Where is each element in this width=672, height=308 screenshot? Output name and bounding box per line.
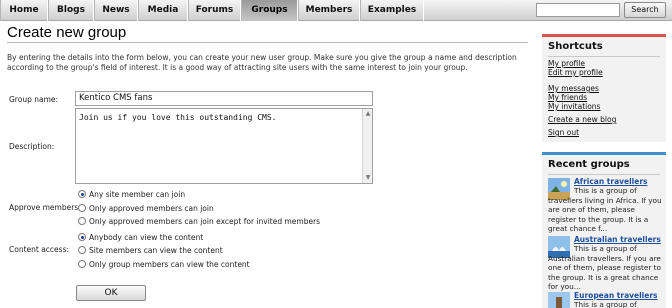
recent-group-description: This is a group of Australian travellers… xyxy=(548,244,661,292)
content-access-label: Content access: xyxy=(9,245,70,254)
radio-button[interactable] xyxy=(78,246,86,254)
approve-members-label: Approve members: xyxy=(9,203,81,212)
description-textarea[interactable]: Join us if you love this outstanding CMS… xyxy=(75,108,373,184)
recent-groups-panel: Recent groups African travellers This is… xyxy=(542,152,666,308)
recent-group-item: African travellers This is a group of tr… xyxy=(548,177,662,239)
description-label: Description: xyxy=(9,142,55,151)
radio-button[interactable] xyxy=(78,217,86,225)
intro-text: By entering the details into the form be… xyxy=(7,53,517,72)
recent-groups-title: Recent groups xyxy=(548,159,630,170)
recent-groups-divider xyxy=(548,174,660,175)
top-navigation-bar: Home Blogs News Media Forums Groups Memb… xyxy=(0,0,672,21)
approve-option-approved[interactable]: Only approved members can join xyxy=(78,203,214,213)
access-option-anybody[interactable]: Anybody can view the content xyxy=(78,232,203,242)
radio-button[interactable] xyxy=(78,260,86,268)
ok-button[interactable]: OK xyxy=(76,285,146,301)
title-divider xyxy=(7,42,528,43)
access-option-group-members[interactable]: Only group members can view the content xyxy=(78,259,250,269)
shortcut-my-invitations[interactable]: My invitations xyxy=(548,102,600,111)
radio-label: Anybody can view the content xyxy=(89,232,204,242)
radio-button[interactable] xyxy=(78,190,86,198)
radio-label: Only approved members can join except fo… xyxy=(89,216,321,226)
recent-group-description: This is a group of travellers living in … xyxy=(548,186,662,234)
recent-group-item: Australian travellers This is a group of… xyxy=(548,235,662,295)
shortcuts-panel: Shortcuts My profile Edit my profile My … xyxy=(542,34,666,142)
shortcut-create-blog[interactable]: Create a new blog xyxy=(548,115,616,124)
radio-button[interactable] xyxy=(78,233,86,241)
nav-item-media[interactable]: Media xyxy=(138,0,188,21)
recent-group-description: This is a group of Europe xyxy=(574,300,637,308)
shortcut-my-friends[interactable]: My friends xyxy=(548,93,587,102)
search-button[interactable]: Search xyxy=(624,2,666,18)
scroll-down-icon[interactable]: ▼ xyxy=(363,173,373,183)
nav-item-groups[interactable]: Groups xyxy=(241,0,298,21)
radio-label: Any site member can join xyxy=(89,189,186,199)
nav-item-blogs[interactable]: Blogs xyxy=(48,0,94,21)
page-title: Create new group xyxy=(7,24,127,41)
shortcuts-divider xyxy=(548,56,660,57)
group-name-label: Group name: xyxy=(9,95,59,104)
approve-option-any[interactable]: Any site member can join xyxy=(78,189,185,199)
search-input[interactable] xyxy=(536,3,620,17)
recent-group-item: European travellers This is a group of E… xyxy=(548,291,662,308)
approve-option-approved-except-invited[interactable]: Only approved members can join except fo… xyxy=(78,216,320,226)
group-name-field[interactable]: Kentico CMS fans xyxy=(75,91,373,106)
recent-group-link[interactable]: African travellers xyxy=(574,177,648,186)
shortcut-sign-out[interactable]: Sign out xyxy=(548,128,579,137)
scroll-up-icon[interactable]: ▲ xyxy=(363,109,373,119)
shortcut-edit-my-profile[interactable]: Edit my profile xyxy=(548,68,603,77)
nav-item-news[interactable]: News xyxy=(94,0,138,21)
radio-button[interactable] xyxy=(78,204,86,212)
access-option-site-members[interactable]: Site members can view the content xyxy=(78,245,223,255)
nav-item-examples[interactable]: Examples xyxy=(360,0,424,21)
nav-item-members[interactable]: Members xyxy=(298,0,360,21)
radio-label: Only group members can view the content xyxy=(89,259,250,269)
nav-item-home[interactable]: Home xyxy=(0,0,48,21)
radio-label: Site members can view the content xyxy=(89,245,223,255)
recent-group-link[interactable]: Australian travellers xyxy=(574,235,661,244)
nav-item-forums[interactable]: Forums xyxy=(188,0,241,21)
textarea-scrollbar[interactable]: ▲ ▼ xyxy=(362,109,372,183)
shortcut-my-profile[interactable]: My profile xyxy=(548,59,585,68)
recent-group-link[interactable]: European travellers xyxy=(574,291,658,300)
shortcut-my-messages[interactable]: My messages xyxy=(548,84,599,93)
radio-label: Only approved members can join xyxy=(89,203,214,213)
shortcuts-title: Shortcuts xyxy=(548,41,603,52)
